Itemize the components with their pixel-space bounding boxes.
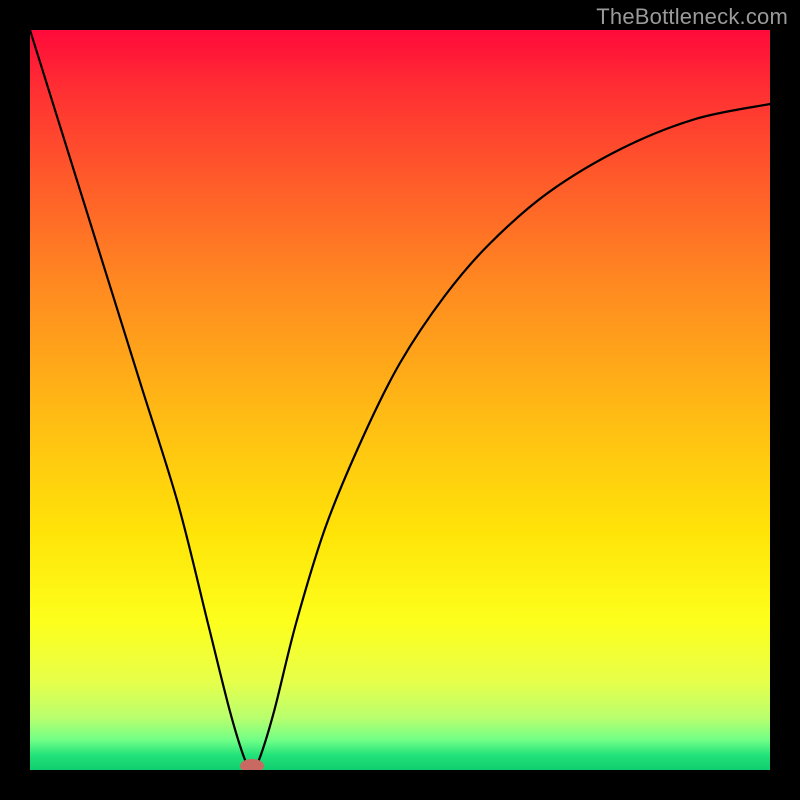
chart-frame: TheBottleneck.com [0,0,800,800]
plot-area [30,30,770,770]
watermark-text: TheBottleneck.com [596,4,788,30]
bottleneck-curve [30,30,770,770]
optimum-marker [240,759,264,770]
